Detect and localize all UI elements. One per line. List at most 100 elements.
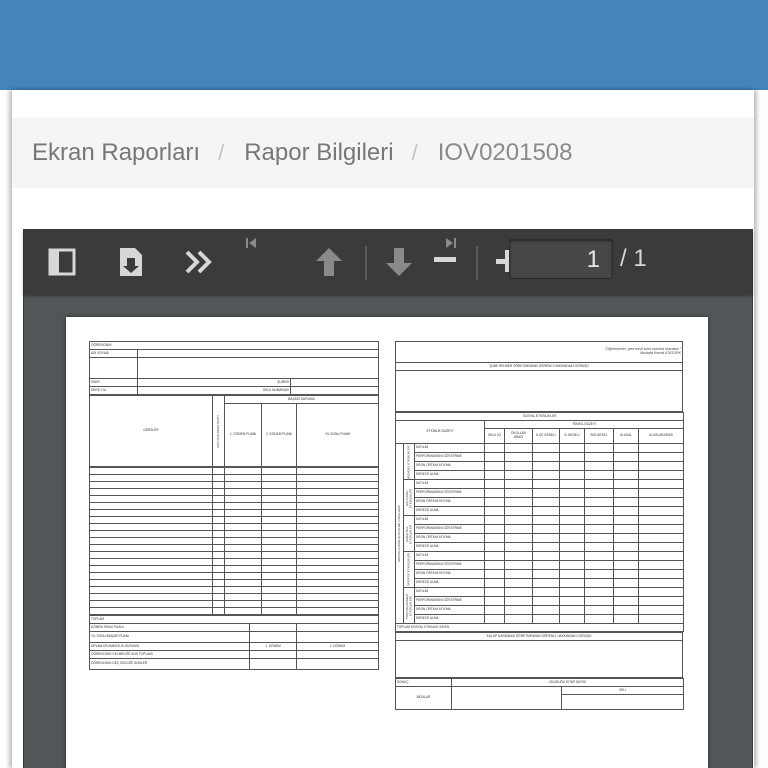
- lesson-rows: [89, 467, 379, 615]
- activity-label: PERFORMANSINI GÖSTERME: [414, 524, 485, 534]
- activity-row: PERFORMANSINI GÖSTERME: [396, 452, 685, 462]
- report-card-left: ÖĞRENCİNİN ADI SOYADI SINIFI ŞUBESİ DERS …: [88, 341, 380, 670]
- activity-row: PERFORMANSINI GÖSTERME: [396, 524, 685, 534]
- label-adi-soyadi: ADI SOYADI: [89, 349, 138, 358]
- quote-author: Mustafa Kemal ATATÜRK: [640, 351, 681, 355]
- activity-label: ÜRÜN ORTAYA KOYMA: [414, 461, 485, 471]
- activity-row: SOSYAL ETKİNLİK KATILIMI / ÖDÜLLERİ BİLİM…: [395, 443, 685, 624]
- label-sonuc: SONUÇ: [395, 678, 452, 687]
- label-devam-devamsizlik: DEVAM-DEVAMSIZLIK DURUMU: [89, 642, 250, 651]
- label-donem1-puani: 1. DÖNEM PUANI: [224, 403, 262, 467]
- activity-row: ÜRÜN ORTAYA KOYMA: [396, 461, 685, 471]
- label-ogrencinin: ÖĞRENCİNİN: [89, 341, 379, 350]
- level-header: OKULLAR ARASI: [504, 428, 533, 444]
- label-gec-geldigi-gun: ÖĞRENCİNİN GEÇ GELDİĞİ GÜNLER: [89, 658, 250, 670]
- activity-label: DERECE ALMA: [414, 506, 485, 516]
- activity-label: ÜRÜN ORTAYA KOYMA: [414, 569, 485, 579]
- activity-label: ÜRÜN ORTAYA KOYMA: [414, 497, 485, 507]
- breadcrumb-separator: /: [218, 140, 225, 165]
- activity-label: DERECE ALMA: [414, 614, 485, 624]
- sidebar-toggle-icon[interactable]: [48, 248, 76, 281]
- activity-row: DERECE ALMA: [396, 614, 685, 624]
- level-header: İL GENELİ: [559, 428, 585, 444]
- label-toplam: TOPLAM: [88, 615, 380, 624]
- activity-row: ÜRÜN ORTAYA KOYMA: [396, 533, 685, 543]
- label-imzalar: İMZALAR: [395, 686, 452, 710]
- pdf-page: ÖĞRENCİNİN ADI SOYADI SINIFI ŞUBESİ DERS …: [66, 317, 708, 768]
- activity-group-label: SANATSAL ETKİNLİKLER: [403, 515, 415, 552]
- lesson-row: [89, 481, 379, 489]
- label-donem-sonu-puani: DÖNEM SONU PUANI: [89, 623, 250, 632]
- content-panel: Ekran Raporları / Rapor Bilgileri / IOV0…: [12, 90, 754, 768]
- activity-label: PERFORMANSINI GÖSTERME: [414, 560, 485, 570]
- page-number-input[interactable]: 1: [509, 239, 613, 279]
- activity-row: ÜRÜN ORTAYA KOYMA: [396, 569, 685, 579]
- pdf-toolbar: 1 / 1: [24, 230, 752, 294]
- label-okudugu-kitap: OKUDUĞU KİTAP SAYISI: [451, 678, 684, 687]
- lesson-row: [89, 467, 379, 475]
- label-toplam-sosyal: TOPLAM SOSYAL ETKİNLİK SAYISI: [394, 623, 685, 632]
- first-page-icon[interactable]: [244, 236, 258, 255]
- lesson-row: [89, 523, 379, 531]
- lesson-row: [89, 495, 379, 503]
- activity-label: PERFORMANSINI GÖSTERME: [414, 596, 485, 606]
- open-file-icon[interactable]: [118, 246, 144, 283]
- activity-label: KATILIM: [414, 515, 485, 525]
- label-ders-yili: DERS YILI: [89, 386, 138, 395]
- level-header: ULUSAL: [613, 428, 639, 444]
- lesson-row: [89, 593, 379, 601]
- label-donem2-puani: 2. DÖNEM PUANI: [261, 403, 297, 467]
- label-veli: VELİ: [561, 686, 684, 695]
- activity-group-label: TOPLUM HİZMETİ ETKİNLİKLERİ: [403, 587, 415, 624]
- lesson-row: [89, 572, 379, 580]
- activity-group-label: BİLİMSEL ETKİNLİKLER: [403, 443, 415, 480]
- student-info-table: ÖĞRENCİNİN ADI SOYADI SINIFI ŞUBESİ DERS …: [89, 341, 379, 395]
- lesson-row: [89, 579, 379, 587]
- activity-label: PERFORMANSINI GÖSTERME: [414, 452, 485, 462]
- label-dersler: DERSLER: [89, 395, 213, 467]
- previous-page-icon[interactable]: [314, 246, 344, 283]
- activity-row: DERECE ALMA: [396, 506, 685, 516]
- activity-group-label: KÜLTÜREL ETKİNLİKLER: [403, 479, 415, 516]
- label-temsil-duzeyi: TEMSİL DÜZEYİ: [483, 420, 685, 429]
- label-kulup-gorus: KULÜP DANIŞMAN ÖĞRETMENİNİN ÖĞRENCİ HAKK…: [395, 632, 683, 641]
- activity-label: KATILIM: [414, 479, 485, 489]
- summary-table: TOPLAM DÖNEM SONU PUANI YIL SONU BAŞARI …: [88, 615, 380, 670]
- label-side-sosyal: SOSYAL ETKİNLİK KATILIMI / ÖDÜLLERİ: [395, 443, 404, 624]
- lesson-row: [89, 516, 379, 524]
- toolbar-separator: [365, 246, 367, 280]
- label-sosyal-etkinlikler: SOSYAL ETKİNLİKLER: [394, 412, 685, 421]
- lesson-row: [89, 600, 379, 608]
- label-basari-durumu: BAŞARI DURUMU: [223, 395, 380, 404]
- result-table: SONUÇ OKUDUĞU KİTAP SAYISI İMZALAR VELİ: [395, 678, 684, 710]
- level-header: ULUSLARARASI: [637, 428, 685, 444]
- activity-row: KÜLTÜREL ETKİNLİKLER KATILIM: [396, 479, 685, 516]
- activity-row: ÜRÜN ORTAYA KOYMA: [396, 497, 685, 507]
- toolbar-separator: [476, 246, 478, 280]
- label-donem1-short: 1. DÖNEM: [249, 642, 297, 651]
- teacher-opinion-table: "Öğretmenler, yeni nesil sizin eseriniz …: [395, 341, 683, 412]
- zoom-out-icon[interactable]: [434, 252, 458, 270]
- double-chevron-right-icon[interactable]: [184, 248, 214, 281]
- club-opinion-table: KULÜP DANIŞMAN ÖĞRETMENİNİN ÖĞRENCİ HAKK…: [395, 632, 683, 678]
- label-sube-gorus: ŞUBE REHBER ÖĞRETMENİNİN ÖĞRENCİ HAKKIND…: [395, 362, 683, 371]
- label-subesi: ŞUBESİ: [137, 378, 291, 387]
- breadcrumb-item-rapor-bilgileri[interactable]: Rapor Bilgileri: [244, 139, 393, 167]
- lesson-row: [89, 551, 379, 559]
- pdf-viewer: 1 / 1 ÖĞRENCİNİN ADI SOYADI SINIFI ŞUBESİ…: [23, 229, 753, 768]
- lesson-row: [89, 586, 379, 594]
- lesson-row: [89, 474, 379, 482]
- activity-label: DERECE ALMA: [414, 578, 485, 588]
- breadcrumb-item-ekran-raporlari[interactable]: Ekran Raporları: [32, 139, 200, 167]
- lesson-row: [89, 607, 379, 615]
- social-activities-table: SOSYAL ETKİNLİKLER ETKİNLİK DÜZEYİ TEMSİL …: [394, 412, 685, 632]
- breadcrumb-separator: /: [411, 140, 418, 165]
- lesson-row: [89, 544, 379, 552]
- activity-row: PERFORMANSINI GÖSTERME: [396, 596, 685, 606]
- activity-label: ÜRÜN ORTAYA KOYMA: [414, 605, 485, 615]
- next-page-icon[interactable]: [384, 246, 414, 283]
- lesson-row: [89, 558, 379, 566]
- label-yil-sonu-puani: YIL SONU PUANI: [295, 403, 380, 467]
- activity-label: KATILIM: [414, 443, 485, 453]
- page-count: / 1: [620, 245, 647, 272]
